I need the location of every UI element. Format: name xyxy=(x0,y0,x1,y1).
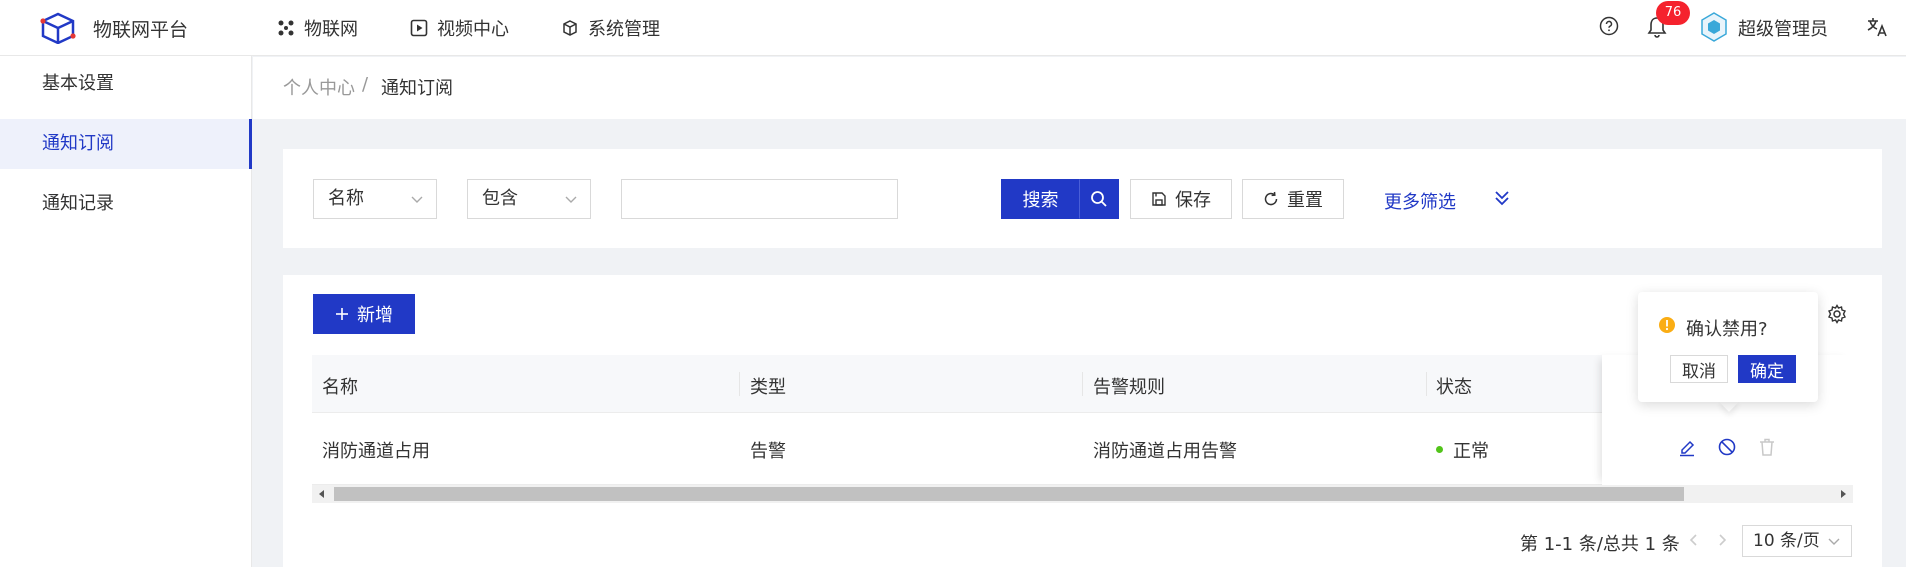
column-status: 状态 xyxy=(1436,377,1472,398)
nav-video-center-label: 视频中心 xyxy=(437,19,509,40)
add-button-label: 新增 xyxy=(357,305,393,326)
cell-status: 正常 xyxy=(1453,441,1489,462)
horizontal-scrollbar[interactable] xyxy=(312,485,1853,503)
cell-name: 消防通道占用 xyxy=(322,441,430,462)
popconfirm: 确认禁用? 取消 确定 xyxy=(1638,292,1818,402)
avatar[interactable] xyxy=(1700,12,1728,42)
edit-icon[interactable] xyxy=(1678,437,1696,457)
help-icon[interactable] xyxy=(1599,16,1619,36)
reload-icon xyxy=(1264,191,1278,206)
scroll-left-icon[interactable] xyxy=(318,490,326,498)
disable-icon[interactable] xyxy=(1717,437,1737,457)
sidebar-item-basic-settings[interactable]: 基本设置 xyxy=(0,59,252,109)
nav-system-management[interactable]: 系统管理 xyxy=(561,15,660,41)
breadcrumb-current: 通知订阅 xyxy=(381,78,453,99)
search-button[interactable]: 搜索 xyxy=(1001,179,1080,219)
scrollbar-thumb[interactable] xyxy=(334,487,1684,501)
more-filter-link[interactable]: 更多筛选 xyxy=(1384,188,1456,214)
column-name: 名称 xyxy=(322,377,358,398)
breadcrumb: 个人中心 / 通知订阅 xyxy=(253,57,1906,119)
pagination-summary: 第 1-1 条/总共 1 条 xyxy=(1520,534,1680,555)
save-button[interactable]: 保存 xyxy=(1130,179,1232,219)
chevron-down-icon xyxy=(565,196,577,203)
nav-iot-label: 物联网 xyxy=(304,19,358,40)
delete-icon[interactable] xyxy=(1758,437,1776,457)
page-size-value: 10 条/页 xyxy=(1753,531,1820,551)
scroll-right-icon[interactable] xyxy=(1839,490,1847,498)
column-alarm-rule: 告警规则 xyxy=(1093,377,1165,398)
prev-page-icon[interactable] xyxy=(1688,533,1700,547)
popconfirm-message: 确认禁用? xyxy=(1686,319,1768,340)
search-icon-button[interactable] xyxy=(1079,179,1119,219)
nav-video-center[interactable]: 视频中心 xyxy=(410,15,509,41)
chevron-down-icon xyxy=(411,196,423,203)
nav-system-management-label: 系统管理 xyxy=(588,19,660,40)
status-dot xyxy=(1436,446,1443,453)
cluster-icon xyxy=(278,20,294,36)
top-bar: 物联网平台 物联网 视频中心 系统管理 76 超级管理员 xyxy=(0,0,1906,56)
reset-button-label: 重置 xyxy=(1287,190,1323,211)
search-icon xyxy=(1091,191,1107,207)
breadcrumb-parent[interactable]: 个人中心 xyxy=(283,74,355,100)
cube-logo-icon[interactable] xyxy=(40,12,76,44)
play-square-icon xyxy=(410,19,428,37)
next-page-icon[interactable] xyxy=(1716,533,1728,547)
field-select-value: 名称 xyxy=(328,188,364,209)
notification-badge: 76 xyxy=(1656,1,1690,25)
field-select[interactable]: 名称 xyxy=(313,179,437,219)
popconfirm-ok-button[interactable]: 确定 xyxy=(1738,355,1796,383)
nav-iot[interactable]: 物联网 xyxy=(277,15,358,41)
chevron-down-icon xyxy=(1828,538,1840,545)
settings-gear-icon[interactable] xyxy=(1827,304,1847,324)
breadcrumb-separator: / xyxy=(362,74,369,95)
reset-button[interactable]: 重置 xyxy=(1242,179,1344,219)
popconfirm-cancel-button[interactable]: 取消 xyxy=(1670,355,1728,383)
operator-select[interactable]: 包含 xyxy=(467,179,591,219)
page-size-select[interactable]: 10 条/页 xyxy=(1742,525,1852,557)
save-icon xyxy=(1152,192,1166,206)
warning-icon xyxy=(1659,317,1675,333)
sidebar-item-notification-subscription[interactable]: 通知订阅 xyxy=(0,119,252,169)
double-chevron-down-icon[interactable] xyxy=(1494,189,1510,207)
sidebar-item-notification-records[interactable]: 通知记录 xyxy=(0,179,252,229)
sidebar: 基本设置 通知订阅 通知记录 xyxy=(0,56,252,567)
plus-icon xyxy=(336,308,348,320)
add-button[interactable]: 新增 xyxy=(313,294,415,334)
cell-type: 告警 xyxy=(750,441,786,462)
app-title: 物联网平台 xyxy=(93,19,189,41)
save-button-label: 保存 xyxy=(1175,190,1211,211)
column-type: 类型 xyxy=(750,377,786,398)
box-icon xyxy=(563,20,577,36)
translate-icon[interactable] xyxy=(1866,16,1888,38)
operator-select-value: 包含 xyxy=(482,188,518,209)
cell-alarm-rule: 消防通道占用告警 xyxy=(1093,441,1237,462)
search-value-input[interactable] xyxy=(621,179,898,219)
user-name: 超级管理员 xyxy=(1738,19,1828,40)
